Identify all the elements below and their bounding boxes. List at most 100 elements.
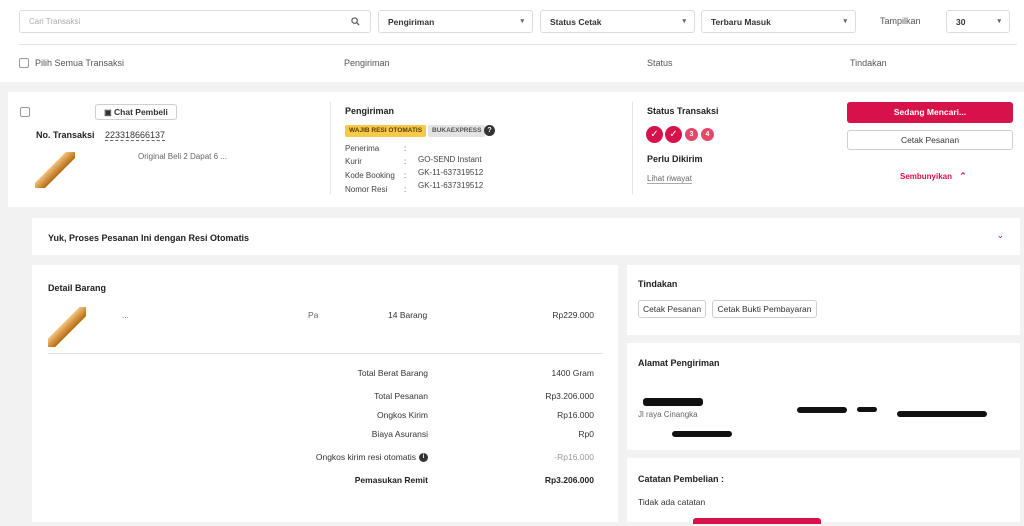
kode-booking-sep: :: [404, 171, 407, 180]
detail-barang-title: Detail Barang: [48, 283, 107, 293]
alamat-title: Alamat Pengiriman: [638, 358, 720, 368]
kurir-label: Kurir: [345, 157, 362, 166]
item-price: Rp229.000: [552, 310, 594, 320]
total-pesanan-label: Total Pesanan: [374, 391, 428, 401]
help-icon[interactable]: ?: [484, 125, 495, 136]
chat-pembeli-button[interactable]: ▣ Chat Pembeli: [95, 104, 177, 120]
lihat-riwayat-link[interactable]: Lihat riwayat: [647, 174, 692, 184]
biaya-asuransi-label: Biaya Asuransi: [371, 429, 428, 439]
cetak-bukti-label: Cetak Bukti Pembayaran: [717, 304, 812, 314]
column-header-status: Status: [647, 58, 673, 68]
chat-pembeli-label: Chat Pembeli: [114, 107, 168, 117]
catatan-panel: Catatan Pembelian : Tidak ada catatan: [627, 458, 1020, 524]
pengiriman-dropdown[interactable]: Pengiriman ▾: [378, 10, 533, 33]
ongkos-resi-otomatis-label: Ongkos kirim resi otomatis: [315, 452, 416, 462]
catatan-value: Tidak ada catatan: [638, 497, 706, 507]
item-variant: Pa: [308, 310, 319, 320]
tampilkan-label: Tampilkan: [880, 16, 921, 26]
kurir-sep: :: [404, 157, 407, 166]
search-input[interactable]: Cari Transaksi: [19, 10, 371, 33]
step-2-check-icon: ✓: [665, 126, 682, 143]
detail-barang-panel: Detail Barang ... Pa 14 Barang Rp229.000…: [32, 265, 618, 522]
step-1-check-icon: ✓: [646, 126, 663, 143]
chevron-down-icon: ▾: [997, 18, 1001, 25]
resi-otomatis-banner[interactable]: Yuk, Proses Pesanan Ini dengan Resi Otom…: [32, 218, 1020, 255]
perlu-dikirim-status: Perlu Dikirim: [647, 154, 703, 164]
penerima-sep: :: [404, 144, 407, 153]
status-cetak-dropdown[interactable]: Status Cetak ▾: [540, 10, 695, 33]
nomor-resi-sep: :: [404, 185, 407, 194]
ongkos-resi-otomatis-value: -Rp16.000: [554, 452, 594, 462]
kurir-value: GO-SEND Instant: [418, 155, 482, 164]
info-icon[interactable]: i: [419, 453, 428, 462]
sedang-mencari-button[interactable]: Sedang Mencari...: [847, 102, 1013, 123]
status-transaksi-title: Status Transaksi: [647, 106, 719, 116]
step-4-indicator: 4: [701, 128, 714, 141]
order-card: ▣ Chat Pembeli No. Transaksi 22331866613…: [8, 92, 1024, 207]
sembunyikan-toggle[interactable]: Sembunyikan ⌃: [900, 171, 967, 182]
no-transaksi-value[interactable]: 223318666137: [105, 130, 166, 141]
biaya-asuransi-value: Rp0: [578, 429, 594, 439]
alamat-line-1: Jl raya Cinangka: [638, 410, 698, 419]
chevron-down-icon: ▾: [843, 18, 847, 25]
pemasukan-remit-label: Pemasukan Remit: [354, 475, 428, 485]
sort-label: Terbaru Masuk: [711, 17, 771, 27]
banner-title: Yuk, Proses Pesanan Ini dengan Resi Otom…: [48, 233, 250, 243]
select-all-label: Pilih Semua Transaksi: [35, 58, 125, 68]
tindakan-panel: Tindakan Cetak Pesanan Cetak Bukti Pemba…: [627, 265, 1020, 335]
wajib-resi-badge: WAJIB RESI OTOMATIS: [345, 125, 427, 137]
cetak-pesanan-detail-button[interactable]: Cetak Pesanan: [638, 300, 706, 318]
tampilkan-dropdown[interactable]: 30 ▾: [946, 10, 1010, 33]
kode-booking-label: Kode Booking: [345, 171, 395, 180]
pengiriman-title: Pengiriman: [345, 106, 395, 116]
select-all-checkbox[interactable]: [19, 58, 29, 68]
item-name: ...: [122, 311, 129, 320]
product-snippet: Original Beli 2 Dapat 6 ...: [138, 152, 227, 161]
total-pesanan-value: Rp3.206.000: [545, 391, 594, 401]
chevron-down-icon: ⌄: [996, 230, 1004, 240]
cetak-pesanan-label: Cetak Pesanan: [900, 135, 960, 145]
action-button-partial[interactable]: [693, 518, 821, 524]
order-checkbox[interactable]: [20, 107, 30, 117]
sort-dropdown[interactable]: Terbaru Masuk ▾: [701, 10, 856, 33]
tampilkan-value: 30: [956, 17, 966, 27]
sedang-mencari-label: Sedang Mencari...: [893, 107, 967, 117]
no-transaksi-label: No. Transaksi: [36, 130, 95, 140]
kode-booking-value: GK-11-637319512: [418, 168, 484, 177]
filter-bar: Cari Transaksi Pengiriman ▾ Status Cetak…: [0, 0, 1024, 82]
search-icon: [351, 17, 360, 26]
item-qty: 14 Barang: [388, 310, 428, 320]
column-header-tindakan: Tindakan: [850, 58, 887, 68]
column-header-pengiriman: Pengiriman: [344, 58, 390, 68]
chevron-up-icon: ⌃: [959, 171, 967, 181]
product-thumbnail: [35, 152, 75, 188]
chevron-down-icon: ▾: [682, 18, 686, 25]
chat-icon: ▣: [104, 108, 112, 117]
nomor-resi-label: Nomor Resi: [345, 185, 388, 194]
redacted-mark: [857, 407, 877, 412]
tindakan-title: Tindakan: [638, 279, 678, 289]
bukaexpress-badge: BUKAEXPRESS: [428, 125, 486, 137]
redacted-mark: [643, 398, 703, 406]
total-berat-value: 1400 Gram: [551, 368, 594, 378]
column-divider: [330, 102, 331, 194]
cetak-pesanan-button[interactable]: Cetak Pesanan: [847, 130, 1013, 150]
divider: [48, 353, 603, 354]
redacted-mark: [672, 431, 732, 437]
column-divider: [632, 102, 633, 194]
cetak-pesanan-detail-label: Cetak Pesanan: [642, 304, 702, 314]
cetak-bukti-button[interactable]: Cetak Bukti Pembayaran: [712, 300, 817, 318]
item-thumbnail: [48, 307, 86, 347]
status-cetak-label: Status Cetak: [550, 17, 602, 27]
sembunyikan-label: Sembunyikan: [900, 172, 953, 181]
ongkos-kirim-value: Rp16.000: [557, 410, 594, 420]
ongkos-kirim-label: Ongkos Kirim: [376, 410, 428, 420]
step-3-indicator: 3: [685, 128, 698, 141]
penerima-label: Penerima: [345, 144, 380, 153]
pengiriman-dropdown-label: Pengiriman: [388, 17, 435, 27]
search-placeholder: Cari Transaksi: [29, 17, 81, 26]
total-berat-label: Total Berat Barang: [357, 368, 428, 378]
chevron-down-icon: ▾: [520, 18, 524, 25]
pemasukan-remit-value: Rp3.206.000: [544, 475, 594, 485]
nomor-resi-value: GK-11-637319512: [418, 181, 484, 190]
